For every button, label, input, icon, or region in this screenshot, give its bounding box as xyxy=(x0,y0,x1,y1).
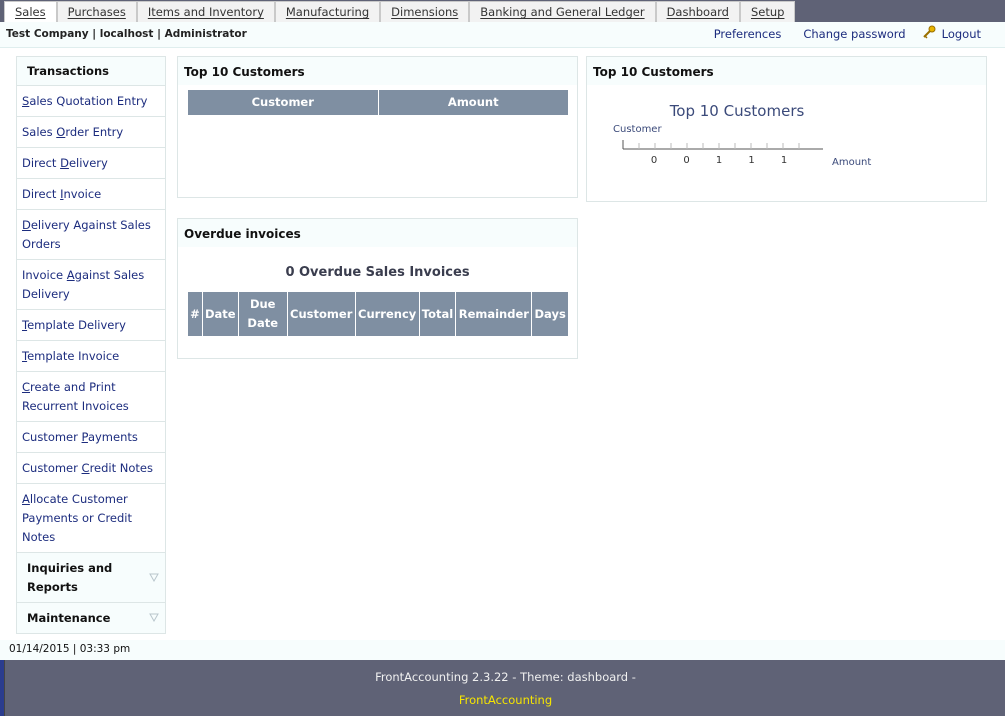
tab-purchases[interactable]: Purchases xyxy=(56,1,137,22)
logout-link[interactable]: Logout xyxy=(942,27,981,41)
date-time: 01/14/2015 | 03:33 pm xyxy=(9,643,131,655)
footer-frontaccounting-link[interactable]: FrontAccounting xyxy=(5,693,1005,707)
tab-banking-general-ledger[interactable]: Banking and General Ledger xyxy=(469,1,656,22)
column-header-days: Days xyxy=(531,291,569,337)
chart-title: Top 10 Customers xyxy=(669,102,805,120)
panel-title: Top 10 Customers xyxy=(178,57,577,85)
key-icon xyxy=(922,25,936,39)
group-label: Maintenance xyxy=(27,611,111,625)
chart-tick-label: 0 xyxy=(683,155,689,166)
chevron-down-icon xyxy=(149,573,159,582)
chart-tick-label: 1 xyxy=(716,155,722,166)
menu-sales-quotation-entry[interactable]: Sales Quotation Entry xyxy=(16,86,166,117)
column-header-customer: Customer xyxy=(286,291,356,337)
column-header-customer: Customer xyxy=(187,89,379,116)
chart-tick-label: 1 xyxy=(781,155,787,166)
panel-title: Overdue invoices xyxy=(178,219,577,247)
tab-manufacturing[interactable]: Manufacturing xyxy=(274,1,381,22)
panel-title: Top 10 Customers xyxy=(587,57,986,85)
user-links: Preferences Change password Logout xyxy=(692,25,981,41)
change-password-link[interactable]: Change password xyxy=(803,27,905,41)
chart-tick-label: 1 xyxy=(748,155,754,166)
menu-create-print-recurrent-invoices[interactable]: Create and Print Recurrent Invoices xyxy=(16,372,166,422)
transactions-heading: Transactions xyxy=(16,56,166,86)
chart-x-axis-label: Amount xyxy=(832,157,871,168)
top-customers-table-panel: Top 10 Customers Customer Amount xyxy=(177,56,578,198)
footer-version: FrontAccounting 2.3.22 - Theme: dashboar… xyxy=(375,670,636,684)
tab-dimensions[interactable]: Dimensions xyxy=(380,1,470,22)
company-info: Test Company | localhost | Administrator xyxy=(6,28,247,40)
tab-dashboard[interactable]: Dashboard xyxy=(655,1,740,22)
tab-sales[interactable]: Sales xyxy=(4,1,57,23)
menu-customer-payments[interactable]: Customer Payments xyxy=(16,422,166,453)
chevron-down-icon xyxy=(149,613,159,622)
menu-direct-delivery[interactable]: Direct Delivery xyxy=(16,148,166,179)
chart-x-tick-labels: 0 0 1 1 1 xyxy=(651,155,787,166)
top-menu-bar: Sales Purchases Items and Inventory Manu… xyxy=(0,0,1005,23)
group-label: Inquiries and Reports xyxy=(27,561,113,594)
column-header-number: # xyxy=(187,291,203,337)
menu-template-delivery[interactable]: Template Delivery xyxy=(16,310,166,341)
overdue-count-heading: 0 Overdue Sales Invoices xyxy=(285,265,470,280)
column-header-amount: Amount xyxy=(377,89,569,116)
overdue-invoices-panel: Overdue invoices 0 Overdue Sales Invoice… xyxy=(177,218,578,359)
tab-setup[interactable]: Setup xyxy=(739,1,796,22)
chart-tick-label: 0 xyxy=(651,155,657,166)
menu-allocate-customer-payments[interactable]: Allocate Customer Payments or Credit Not… xyxy=(16,484,166,553)
top-customers-chart: Top 10 Customers Customer Amount 0 0 1 1 1 xyxy=(613,102,871,168)
left-menu: Transactions Sales Quotation Entry Sales… xyxy=(16,56,166,634)
menu-delivery-against-sales-orders[interactable]: Delivery Against Sales Orders xyxy=(16,210,166,260)
tab-items-and-inventory[interactable]: Items and Inventory xyxy=(136,1,275,22)
menu-invoice-against-sales-delivery[interactable]: Invoice Against Sales Delivery xyxy=(16,260,166,310)
chart-y-axis-label: Customer xyxy=(613,124,662,135)
overdue-invoices-table: # Date Due Date Customer Currency Total … xyxy=(187,291,569,337)
column-header-total: Total xyxy=(418,291,457,337)
top-customers-chart-panel: Top 10 Customers Top 10 Customers Custom… xyxy=(586,56,987,202)
chart-x-axis xyxy=(622,140,823,150)
status-bar: 01/14/2015 | 03:33 pm xyxy=(0,640,1005,660)
column-header-date: Date xyxy=(201,291,239,337)
menu-customer-credit-notes[interactable]: Customer Credit Notes xyxy=(16,453,166,484)
column-header-currency: Currency xyxy=(354,291,420,337)
menu-group-inquiries-reports[interactable]: Inquiries and Reports xyxy=(16,553,166,603)
column-header-due-date: Due Date xyxy=(237,291,288,337)
user-bar: Test Company | localhost | Administrator… xyxy=(0,22,1005,48)
module-tabs: Sales Purchases Items and Inventory Manu… xyxy=(4,1,796,23)
top-customers-table: Customer Amount xyxy=(187,89,569,116)
menu-template-invoice[interactable]: Template Invoice xyxy=(16,341,166,372)
menu-sales-order-entry[interactable]: Sales Order Entry xyxy=(16,117,166,148)
footer: FrontAccounting 2.3.22 - Theme: dashboar… xyxy=(4,660,1005,716)
menu-direct-invoice[interactable]: Direct Invoice xyxy=(16,179,166,210)
menu-group-maintenance[interactable]: Maintenance xyxy=(16,603,166,634)
column-header-remainder: Remainder xyxy=(455,291,533,337)
preferences-link[interactable]: Preferences xyxy=(714,27,782,41)
